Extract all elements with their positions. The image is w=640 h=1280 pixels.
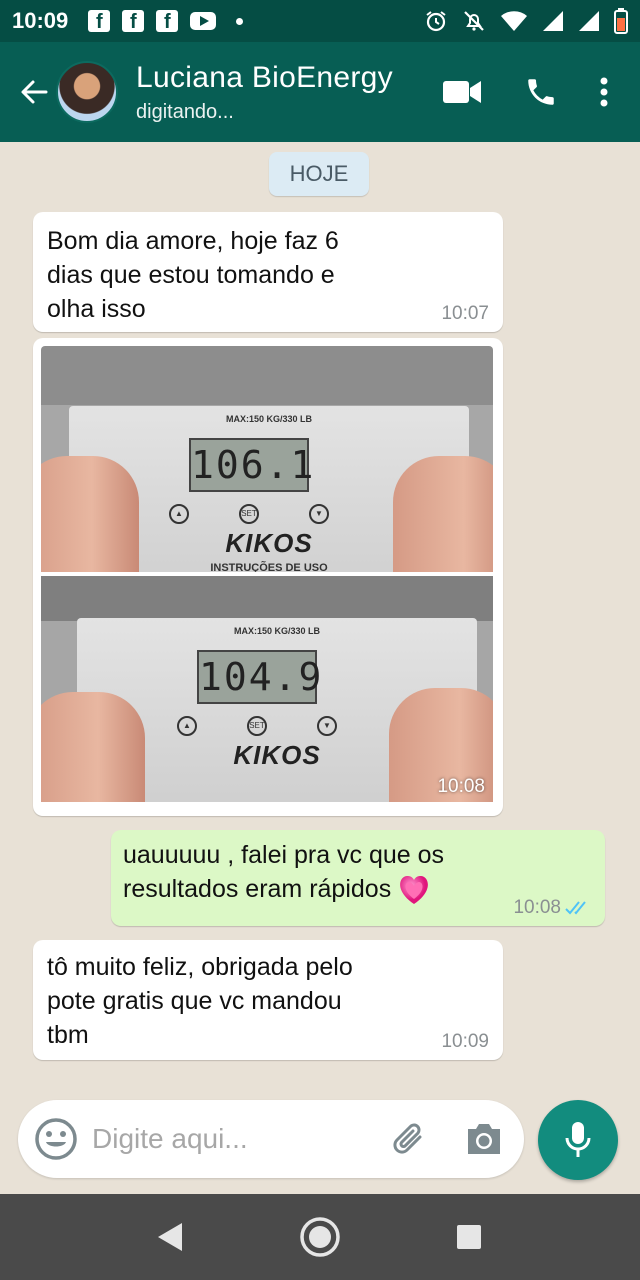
scale-buttons: ▲ SET ▼ [169, 504, 329, 524]
signal-icon [579, 11, 599, 31]
image-message[interactable]: MAX:150 KG/330 LB 106.1 ▲ SET ▼ KIKOS IN… [33, 338, 503, 816]
chat-area[interactable]: HOJE Bom dia amore, hoje faz 6 dias que … [0, 142, 640, 1100]
wifi-icon [501, 11, 527, 31]
facebook-icon: f [156, 10, 179, 33]
signal-icon [543, 11, 563, 31]
back-button[interactable] [12, 77, 56, 107]
scale-up-button: ▲ [169, 504, 189, 524]
message-time: 10:08 [437, 776, 485, 797]
scale-max-label: MAX:150 KG/330 LB [233, 626, 321, 636]
message-text: tô muito feliz, obrigada pelo pote grati… [47, 953, 353, 1049]
message-input[interactable]: Digite aqui... [92, 1123, 390, 1155]
contact-status: digitando... [136, 100, 234, 123]
scale-display: 104.9 [197, 650, 321, 704]
contact-info[interactable]: Luciana BioEnergy digitando... [136, 61, 442, 124]
emoji-icon[interactable] [34, 1117, 78, 1161]
phone-icon[interactable] [524, 75, 558, 109]
video-call-icon[interactable] [442, 79, 482, 105]
status-bar: 10:09 f f f [0, 0, 640, 42]
heart-icon [400, 876, 429, 905]
photo-bottom-scale: MAX:150 KG/330 LB 104.9 ▲ SET ▼ KIKOS [41, 576, 493, 802]
battery-icon [614, 8, 628, 34]
message-incoming[interactable]: tô muito feliz, obrigada pelo pote grati… [33, 940, 503, 1060]
alarm-icon [426, 11, 446, 32]
notification-icons: f f f [88, 10, 244, 33]
date-chip: HOJE [269, 152, 369, 196]
mic-button[interactable] [538, 1100, 618, 1180]
message-incoming[interactable]: Bom dia amore, hoje faz 6 dias que estou… [33, 212, 503, 332]
message-outgoing[interactable]: uauuuuu , falei pra vc que os resultados… [111, 830, 605, 926]
more-icon[interactable] [600, 76, 608, 108]
foot [41, 692, 145, 802]
mic-icon [565, 1122, 591, 1157]
scale-down-button: ▼ [309, 504, 329, 524]
mute-icon [464, 11, 484, 31]
navigation-bar [0, 1194, 640, 1280]
scale-up-button: ▲ [177, 716, 197, 736]
read-receipt-icon [565, 901, 586, 915]
scale-photo[interactable]: MAX:150 KG/330 LB 106.1 ▲ SET ▼ KIKOS IN… [41, 346, 493, 806]
status-time: 10:09 [12, 8, 69, 33]
system-icons [424, 8, 628, 34]
contact-name: Luciana BioEnergy [136, 60, 393, 94]
avatar[interactable] [56, 61, 118, 123]
message-text-content: uauuuuu , falei pra vc que os resultados… [123, 841, 445, 903]
scale-buttons: ▲ SET ▼ [177, 716, 337, 736]
foot [393, 456, 493, 572]
scale-down-button: ▼ [317, 716, 337, 736]
message-time: 10:07 [441, 303, 489, 324]
dot-icon [236, 17, 244, 25]
camera-icon[interactable] [464, 1121, 504, 1157]
facebook-icon: f [122, 10, 145, 33]
facebook-icon: f [88, 10, 111, 33]
scale-set-button: SET [239, 504, 259, 524]
foot [41, 456, 139, 572]
nav-home-icon[interactable] [299, 1216, 341, 1258]
message-meta: 10:08 [513, 898, 591, 918]
chat-header: Luciana BioEnergy digitando... [0, 42, 640, 142]
nav-back-icon[interactable] [156, 1221, 186, 1253]
scale-set-button: SET [247, 716, 267, 736]
message-time: 10:09 [441, 1031, 489, 1052]
message-text: Bom dia amore, hoje faz 6 dias que estou… [47, 227, 339, 323]
message-input-container[interactable]: Digite aqui... [18, 1100, 524, 1178]
scale-max-label: MAX:150 KG/330 LB [225, 414, 313, 424]
back-arrow-icon [21, 80, 48, 104]
scale-display: 106.1 [189, 438, 313, 492]
composer: Digite aqui... [0, 1100, 640, 1194]
message-time: 10:08 [513, 897, 561, 918]
youtube-icon [190, 12, 217, 30]
nav-recents-icon[interactable] [454, 1222, 484, 1252]
photo-top-scale: MAX:150 KG/330 LB 106.1 ▲ SET ▼ KIKOS IN… [41, 346, 493, 572]
attach-icon[interactable] [390, 1119, 430, 1159]
